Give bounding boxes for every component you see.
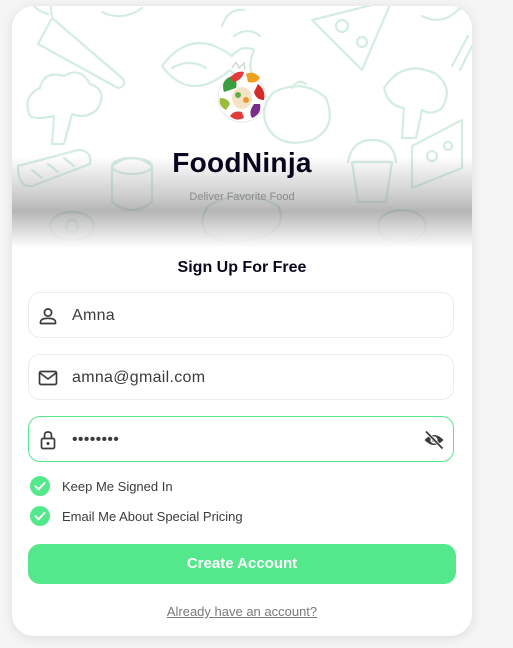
keep-signed-in-label: Keep Me Signed In — [62, 479, 173, 494]
food-ninja-logo-icon — [217, 62, 267, 123]
create-account-button[interactable]: Create Account — [28, 544, 456, 584]
password-field[interactable]: •••••••• — [28, 416, 454, 462]
app-tagline: Deliver Favorite Food — [189, 191, 295, 203]
person-icon — [39, 308, 57, 325]
name-value: Amna — [72, 307, 115, 324]
lock-icon — [40, 431, 56, 450]
email-value: amna@gmail.com — [72, 369, 206, 386]
check-icon — [34, 482, 46, 491]
special-pricing-checkbox[interactable] — [30, 506, 50, 526]
special-pricing-label: Email Me About Special Pricing — [62, 509, 243, 524]
check-icon — [34, 512, 46, 521]
app-title: FoodNinja — [172, 147, 312, 178]
email-field[interactable]: amna@gmail.com — [28, 354, 454, 400]
eye-off-icon[interactable] — [423, 429, 445, 451]
login-link[interactable]: Already have an account? — [12, 604, 472, 619]
keep-signed-in-checkbox[interactable] — [30, 476, 50, 496]
name-field[interactable]: Amna — [28, 292, 454, 338]
hero-header: FoodNinja Deliver Favorite Food — [12, 6, 472, 248]
password-value: •••••••• — [72, 431, 120, 448]
mail-icon — [38, 370, 58, 386]
form-heading: Sign Up For Free — [177, 259, 307, 276]
signup-card: FoodNinja Deliver Favorite Food Sign Up … — [12, 6, 472, 636]
